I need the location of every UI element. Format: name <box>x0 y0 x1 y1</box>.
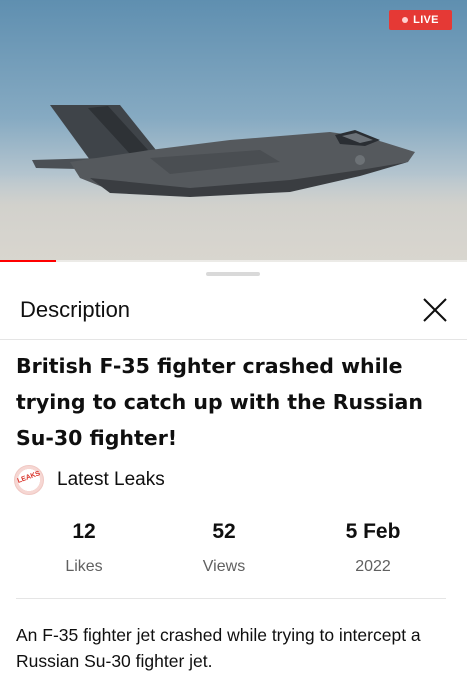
views-count: 52 <box>212 520 236 543</box>
date-stat: 5 Feb 2022 <box>303 520 443 576</box>
divider <box>16 598 446 599</box>
likes-stat: 12 Likes <box>14 520 154 576</box>
drag-handle[interactable] <box>206 272 260 276</box>
fighter-jet-image <box>32 105 415 197</box>
stats-row: 12 Likes 52 Views 5 Feb 2022 <box>0 520 467 580</box>
live-badge: LIVE <box>389 10 452 30</box>
avatar-logo-text: LEAKS <box>16 470 42 485</box>
channel-link[interactable]: LEAKS Latest Leaks <box>14 465 165 495</box>
avatar: LEAKS <box>14 465 44 495</box>
likes-label: Likes <box>65 558 103 575</box>
close-icon <box>423 298 447 322</box>
sheet-header: Description <box>0 284 467 340</box>
live-label: LIVE <box>413 14 439 26</box>
views-stat: 52 Views <box>154 520 294 576</box>
likes-count: 12 <box>72 520 96 543</box>
video-player[interactable]: LIVE <box>0 0 467 262</box>
description-sheet: Description British F-35 fighter crashed… <box>0 262 467 680</box>
views-label: Views <box>202 558 246 575</box>
close-button[interactable] <box>418 293 452 327</box>
date-year: 2022 <box>355 558 391 575</box>
channel-name: Latest Leaks <box>57 469 165 490</box>
live-dot-icon <box>402 17 409 23</box>
date-day: 5 Feb <box>345 520 401 543</box>
video-title: British F-35 fighter crashed while tryin… <box>16 354 423 450</box>
description-text: An F-35 fighter jet crashed while trying… <box>16 625 421 671</box>
sheet-title: Description <box>20 297 131 322</box>
